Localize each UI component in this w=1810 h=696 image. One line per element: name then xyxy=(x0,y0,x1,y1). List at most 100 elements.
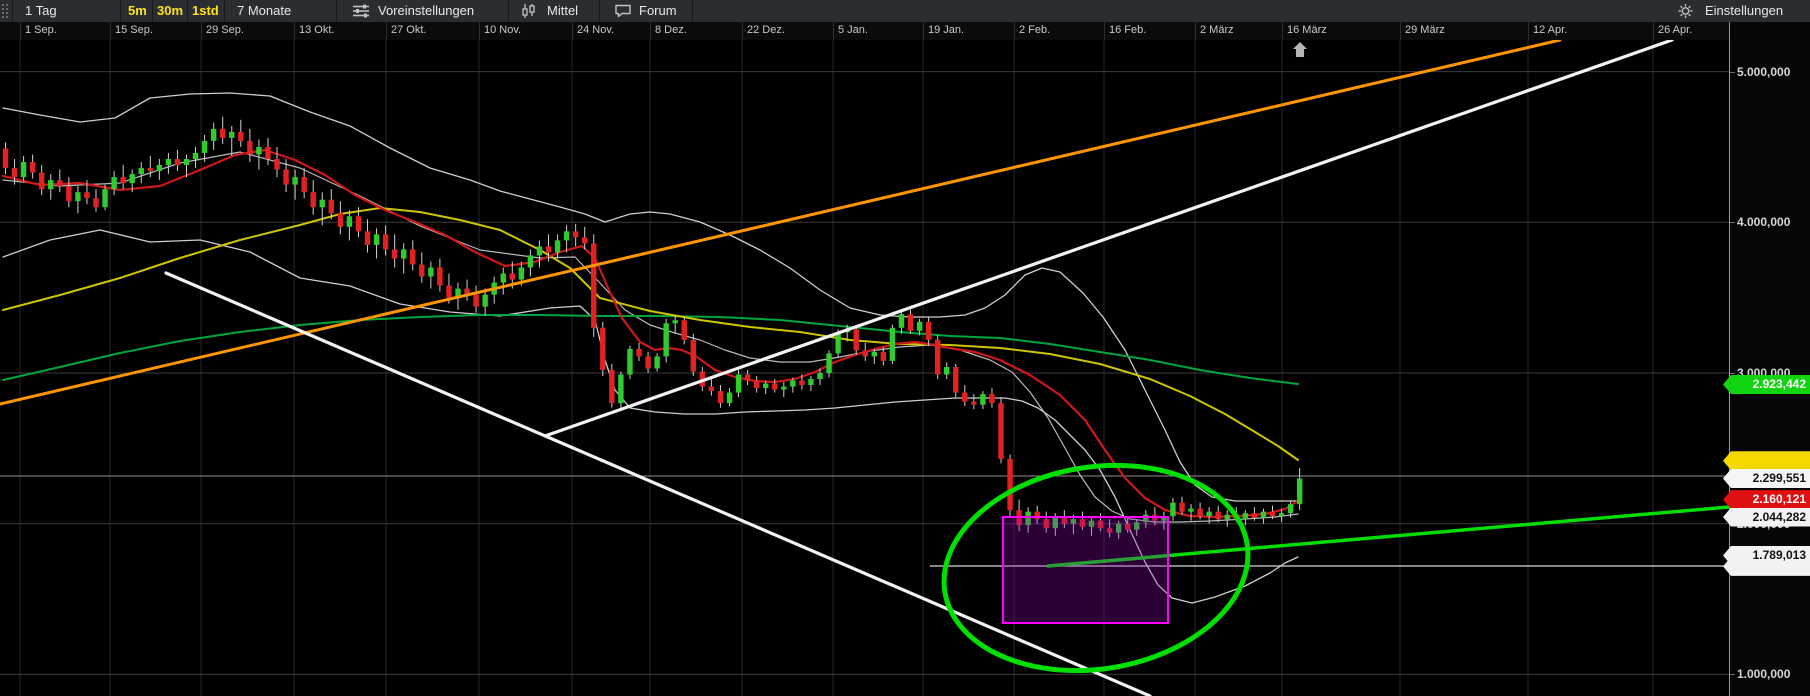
candle-up xyxy=(763,384,768,389)
settings-button[interactable]: Einstellungen xyxy=(1705,0,1783,22)
candle-down xyxy=(799,381,804,386)
price-tick xyxy=(1730,674,1735,675)
candle-down xyxy=(446,286,451,298)
price-tick xyxy=(1730,222,1735,223)
candle-down xyxy=(365,231,370,245)
candlestick-icon xyxy=(520,3,538,19)
white-descending-trendline[interactable] xyxy=(166,273,1150,696)
candle-down xyxy=(12,168,17,177)
date-tick xyxy=(1528,22,1529,40)
candle-up xyxy=(401,249,406,258)
candle-up xyxy=(211,129,216,141)
candle-down xyxy=(1252,513,1257,518)
candle-down xyxy=(120,177,125,183)
candle-up xyxy=(374,234,379,245)
candle-down xyxy=(510,274,515,280)
candle-up xyxy=(166,159,171,165)
timeframe-1std-button[interactable]: 1std xyxy=(192,0,219,22)
candle-down xyxy=(57,180,62,186)
candle-down xyxy=(1216,512,1221,520)
date-tick xyxy=(923,22,924,40)
date-label: 2 März xyxy=(1200,24,1234,36)
candle-up xyxy=(1188,509,1193,512)
separator xyxy=(599,0,600,22)
candle-down xyxy=(220,129,225,138)
separator xyxy=(692,0,693,22)
date-label: 29 März xyxy=(1405,24,1445,36)
candles xyxy=(3,117,1303,539)
date-label: 2 Feb. xyxy=(1019,24,1050,36)
timeframe-30m-button[interactable]: 30m xyxy=(157,0,183,22)
candle-down xyxy=(546,246,551,252)
candle-down xyxy=(636,349,641,357)
date-label: 29 Sep. xyxy=(206,24,244,36)
period-button[interactable]: 1 Tag xyxy=(25,0,57,22)
candle-up xyxy=(1170,503,1175,517)
date-tick xyxy=(1104,22,1105,40)
separator xyxy=(187,0,188,22)
date-label: 13 Okt. xyxy=(299,24,334,36)
candle-up xyxy=(111,177,116,189)
date-label: 19 Jan. xyxy=(928,24,964,36)
candle-down xyxy=(854,329,859,350)
candle-down xyxy=(437,268,442,286)
candle-down xyxy=(926,322,931,340)
price-axis-label: 5.000,000 xyxy=(1737,65,1790,79)
candle-up xyxy=(835,332,840,353)
candle-up xyxy=(808,379,813,385)
candle-down xyxy=(1270,512,1275,517)
price-axis-panel[interactable]: 5.000,0004.000,0003.000,0002.000,0001.00… xyxy=(1729,22,1810,696)
candle-up xyxy=(790,381,795,387)
date-label: 8 Dez. xyxy=(655,24,687,36)
date-tick xyxy=(1400,22,1401,40)
date-tick xyxy=(1282,22,1283,40)
gear-icon xyxy=(1677,3,1695,19)
last-ema-tag: 2.160,121 xyxy=(1723,490,1810,509)
candle-down xyxy=(709,387,714,392)
candle-down xyxy=(609,370,614,403)
candle-up xyxy=(102,189,107,207)
date-tick xyxy=(294,22,295,40)
presets-button[interactable]: Voreinstellungen xyxy=(378,0,474,22)
candle-down xyxy=(772,384,777,390)
date-axis[interactable]: 1 Sep.15 Sep.29 Sep.13 Okt.27 Okt.10 Nov… xyxy=(0,22,1810,40)
candle-down xyxy=(881,352,886,361)
date-label: 26 Apr. xyxy=(1658,24,1692,36)
candle-up xyxy=(501,274,506,283)
candlestick-chart[interactable] xyxy=(0,40,1729,696)
date-label: 1 Sep. xyxy=(25,24,57,36)
date-tick xyxy=(1195,22,1196,40)
date-label: 24 Nov. xyxy=(577,24,614,36)
candle-down xyxy=(419,264,424,276)
separator xyxy=(336,0,337,22)
separator xyxy=(152,0,153,22)
candle-down xyxy=(745,375,750,381)
candle-down xyxy=(93,198,98,207)
forum-button[interactable]: Forum xyxy=(639,0,677,22)
consolidation-box[interactable] xyxy=(1003,517,1168,623)
candle-up xyxy=(347,216,352,227)
latest-marker[interactable] xyxy=(1293,42,1307,57)
green-ma-tag: 2.923,442 xyxy=(1723,375,1810,394)
candle-up xyxy=(618,375,623,404)
date-tick xyxy=(20,22,21,40)
candle-up xyxy=(899,314,904,328)
chart-area[interactable] xyxy=(0,40,1729,696)
candle-up xyxy=(1225,515,1230,520)
averages-button[interactable]: Mittel xyxy=(547,0,578,22)
support-tag: 1.789,013 xyxy=(1723,546,1810,565)
sliders-icon xyxy=(352,3,370,19)
candle-up xyxy=(673,320,678,323)
range-button[interactable]: 7 Monate xyxy=(237,0,291,22)
timeframe-5m-button[interactable]: 5m xyxy=(128,0,147,22)
candle-down xyxy=(1197,509,1202,517)
candle-up xyxy=(48,180,53,189)
candle-down xyxy=(600,328,605,370)
drag-handle-icon[interactable] xyxy=(1,3,9,19)
candle-up xyxy=(727,393,732,404)
candle-up xyxy=(428,268,433,277)
candle-down xyxy=(30,162,35,173)
candle-down xyxy=(682,320,687,340)
date-tick xyxy=(572,22,573,40)
candle-up xyxy=(1243,513,1248,519)
